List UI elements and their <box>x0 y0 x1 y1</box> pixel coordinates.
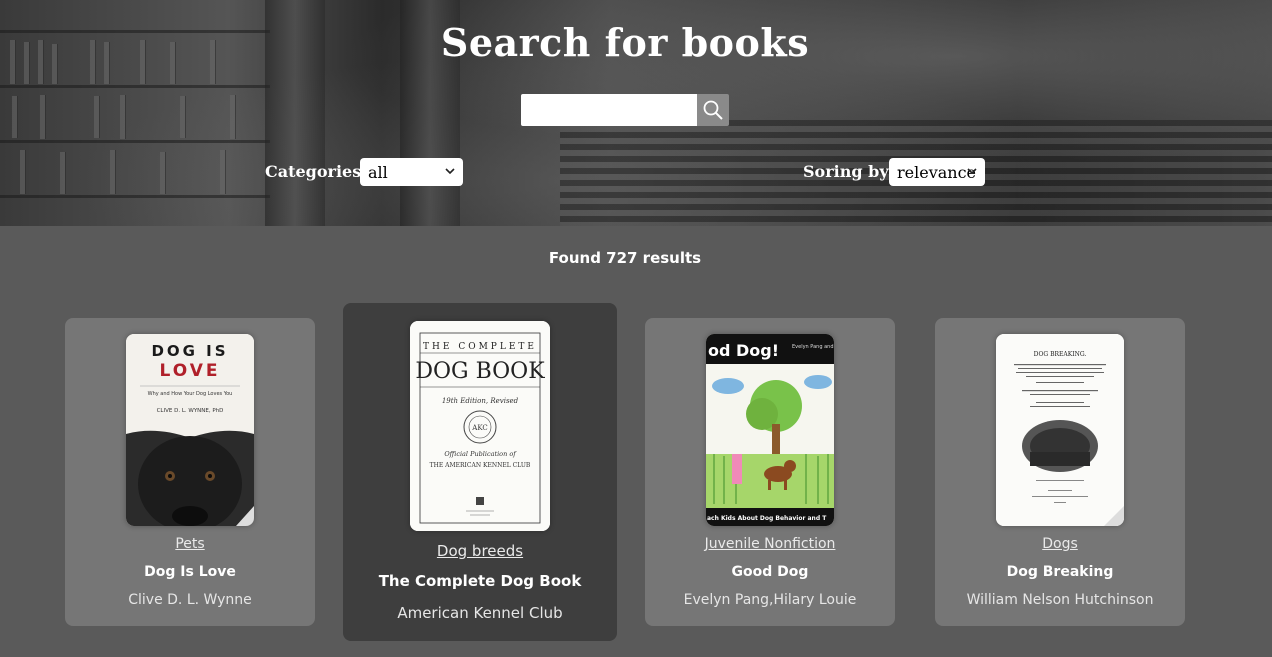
book-cover-image: THE COMPLETE DOG BOOK 19th Edition, Revi… <box>410 321 550 531</box>
search-bar <box>521 94 729 126</box>
cover-title-line2: LOVE <box>160 361 221 381</box>
book-author: Clive D. L. Wynne <box>128 592 252 608</box>
book-cover-image: DOG BREAKING. <box>996 334 1124 526</box>
header-banner: Search for books Categories all Soring b… <box>0 0 1272 226</box>
book-cover[interactable]: od Dog! Evelyn Pang and ach Kids About D… <box>706 334 834 526</box>
sort-label: Soring by <box>803 162 889 181</box>
chevron-down-icon <box>967 168 977 175</box>
cover-title: od Dog! <box>708 341 779 360</box>
sort-select[interactable]: relevance <box>889 158 985 186</box>
book-cover[interactable]: THE COMPLETE DOG BOOK 19th Edition, Revi… <box>410 321 550 531</box>
book-author: Evelyn Pang,Hilary Louie <box>683 592 857 608</box>
book-title: Dog Breaking <box>1006 564 1114 580</box>
book-category-link[interactable]: Dogs <box>935 536 1185 552</box>
book-cover[interactable]: DOG IS LOVE Why and How Your Dog Loves Y… <box>126 334 254 526</box>
book-author: William Nelson Hutchinson <box>966 592 1154 608</box>
cover-title-line1: THE COMPLETE <box>423 342 537 352</box>
book-author: American Kennel Club <box>397 604 563 622</box>
cover-line3: Official Publication of <box>444 450 517 458</box>
book-category-link[interactable]: Dog breeds <box>343 542 617 560</box>
book-title: Good Dog <box>731 564 809 580</box>
cover-title: DOG BREAKING. <box>1034 351 1087 358</box>
cover-edition: 19th Edition, Revised <box>442 397 519 405</box>
search-icon <box>703 100 723 120</box>
book-card[interactable]: DOG BREAKING. Dogs Dog Breaking William … <box>935 318 1185 626</box>
book-card[interactable]: od Dog! Evelyn Pang and ach Kids About D… <box>645 318 895 626</box>
page-title: Search for books <box>440 20 810 65</box>
book-title: Dog Is Love <box>144 564 236 580</box>
cover-author: CLIVE D. L. WYNNE, PhD <box>157 408 224 414</box>
results-count: Found 727 results <box>548 249 702 267</box>
book-cover[interactable]: DOG BREAKING. <box>996 334 1124 526</box>
categories-select-value: all <box>368 162 388 182</box>
book-category-link[interactable]: Juvenile Nonfiction <box>645 536 895 552</box>
search-input[interactable] <box>521 94 697 126</box>
cover-seal: AKC <box>471 424 487 432</box>
book-title: The Complete Dog Book <box>378 572 582 590</box>
book-card[interactable]: DOG IS LOVE Why and How Your Dog Loves Y… <box>65 318 315 626</box>
cover-author: Evelyn Pang and <box>792 344 834 350</box>
cover-bottom-text: ach Kids About Dog Behavior and T <box>707 515 827 522</box>
book-category-link[interactable]: Pets <box>65 536 315 552</box>
chevron-down-icon <box>445 168 455 175</box>
search-button[interactable] <box>697 94 729 126</box>
cover-title-line1: DOG IS <box>151 342 228 360</box>
book-cover-image: od Dog! Evelyn Pang and ach Kids About D… <box>706 334 834 526</box>
cover-subtitle: Why and How Your Dog Loves You <box>148 391 233 397</box>
categories-select[interactable]: all <box>360 158 463 186</box>
book-card[interactable]: THE COMPLETE DOG BOOK 19th Edition, Revi… <box>343 303 617 641</box>
book-cover-image: DOG IS LOVE Why and How Your Dog Loves Y… <box>126 334 254 526</box>
categories-label: Categories <box>265 162 362 181</box>
cover-line4: THE AMERICAN KENNEL CLUB <box>430 462 531 469</box>
cover-title-line2: DOG BOOK <box>415 359 545 384</box>
